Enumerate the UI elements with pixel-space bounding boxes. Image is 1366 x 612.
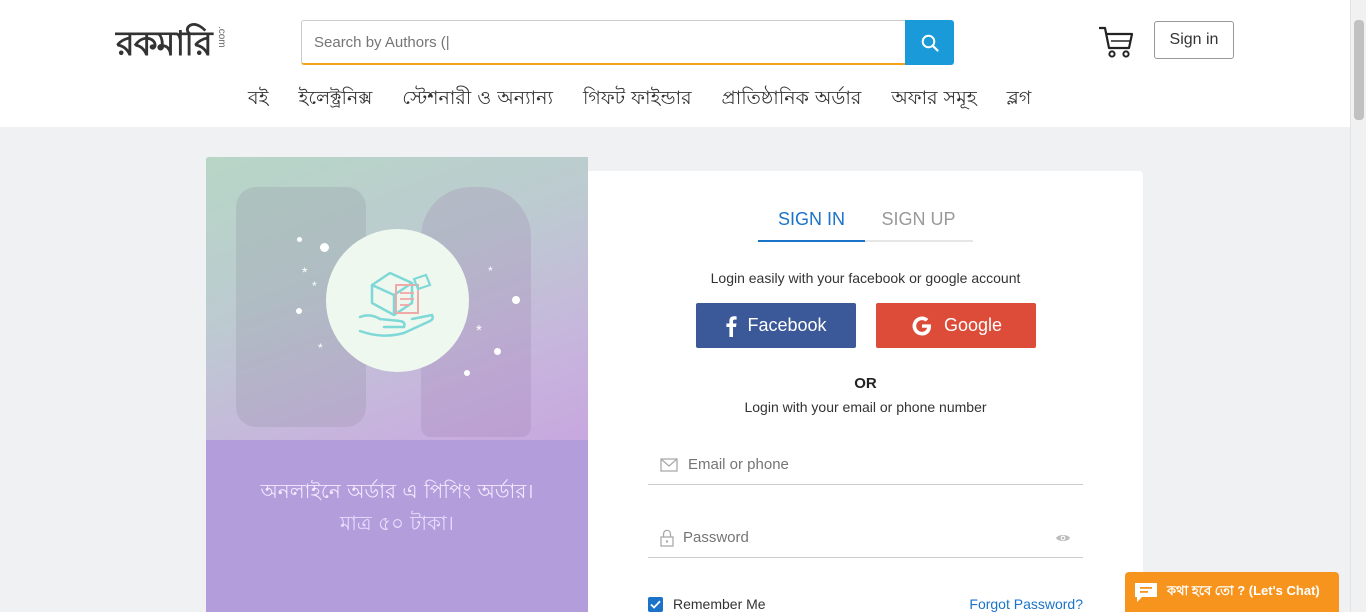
- scrollbar-thumb[interactable]: [1354, 20, 1364, 120]
- logo[interactable]: রকমারি .com: [116, 20, 228, 64]
- sparkle-dot: [512, 296, 520, 304]
- sparkle-dot: [320, 243, 329, 252]
- auth-tabs: SIGN IN SIGN UP: [758, 207, 973, 242]
- tab-sign-up[interactable]: SIGN UP: [865, 207, 972, 240]
- nav-item-blog[interactable]: ব্লগ: [1007, 84, 1032, 116]
- forgot-password-link[interactable]: Forgot Password?: [969, 596, 1083, 612]
- sparkle-dot: [494, 348, 501, 355]
- promo-banner: * * * * * অনলাইনে অর্ডার এ পিপিং অর্ডার।…: [206, 157, 588, 612]
- logo-text: রকমারি: [116, 24, 213, 64]
- social-login-hint: Login easily with your facebook or googl…: [710, 270, 1021, 286]
- auth-panel: SIGN IN SIGN UP Login easily with your f…: [588, 171, 1143, 612]
- sparkle-dot: [296, 308, 302, 314]
- sparkle-star: *: [476, 322, 482, 339]
- main-nav: বই ইলেক্ট্রনিক্স স্টেশনারী ও অন্যান্য গি…: [248, 84, 1031, 116]
- header-signin-button[interactable]: Sign in: [1154, 21, 1234, 59]
- remember-me-checkbox[interactable]: [648, 596, 663, 612]
- search-input[interactable]: [301, 20, 905, 65]
- email-login-hint: Login with your email or phone number: [744, 399, 987, 415]
- checkmark-icon: [650, 600, 661, 609]
- sparkle-star: *: [488, 264, 493, 278]
- nav-item-electronics[interactable]: ইলেক্ট্রনিক্স: [298, 84, 372, 116]
- package-delivery-icon: [358, 271, 434, 337]
- nav-item-gift-finder[interactable]: গিফট ফাইন্ডার: [583, 84, 692, 116]
- remember-me-label: Remember Me: [673, 596, 766, 612]
- cart-icon: [1099, 26, 1134, 58]
- email-field[interactable]: [648, 445, 1083, 485]
- page-scrollbar[interactable]: [1350, 0, 1366, 612]
- tab-sign-in[interactable]: SIGN IN: [758, 207, 865, 242]
- or-divider: OR: [854, 375, 877, 392]
- facebook-icon: [726, 315, 738, 337]
- sparkle-star: *: [312, 279, 317, 293]
- password-field[interactable]: [648, 518, 1083, 558]
- search-button[interactable]: [905, 20, 954, 65]
- google-label: Google: [943, 315, 1003, 335]
- google-icon: [912, 316, 931, 335]
- google-login-button[interactable]: Google: [876, 303, 1036, 348]
- promo-caption: অনলাইনে অর্ডার এ পিপিং অর্ডার। মাত্র ৫০ …: [206, 475, 588, 539]
- nav-item-stationery[interactable]: স্টেশনারী ও অন্যান্য: [402, 84, 553, 116]
- logo-suffix: .com: [216, 26, 227, 48]
- chat-bubble-icon: [1135, 583, 1157, 602]
- email-input[interactable]: [678, 456, 1083, 473]
- promo-caption-line1: অনলাইনে অর্ডার এ পিপিং অর্ডার।: [260, 479, 534, 503]
- facebook-login-button[interactable]: Facebook: [696, 303, 856, 348]
- facebook-label: Facebook: [747, 315, 827, 335]
- envelope-icon: [660, 457, 678, 472]
- sparkle-dot: [464, 370, 470, 376]
- password-input[interactable]: [675, 529, 1055, 546]
- chat-label: কথা হবে তো ? (Let's Chat): [1167, 582, 1320, 598]
- search-icon: [921, 34, 939, 52]
- chat-widget-button[interactable]: কথা হবে তো ? (Let's Chat): [1125, 572, 1339, 612]
- sparkle-dot: [297, 237, 302, 242]
- nav-item-corporate-order[interactable]: প্রাতিষ্ঠানিক অর্ডার: [722, 84, 862, 116]
- promo-caption-line2: মাত্র ৫০ টাকা।: [340, 511, 454, 535]
- delivery-badge: [326, 229, 469, 372]
- sparkle-star: *: [302, 264, 308, 280]
- search-bar: [301, 20, 954, 65]
- nav-item-books[interactable]: বই: [248, 84, 268, 116]
- site-header: রকমারি .com Sign in বই ইলেক্ট্রনিক্স স্ট…: [0, 0, 1350, 127]
- nav-item-offers[interactable]: অফার সমূহ: [891, 84, 976, 116]
- show-password-eye-icon[interactable]: [1055, 533, 1071, 543]
- sparkle-star: *: [318, 341, 323, 355]
- remember-me[interactable]: Remember Me: [648, 596, 766, 612]
- lock-icon: [660, 529, 674, 547]
- cart-button[interactable]: [1097, 22, 1135, 60]
